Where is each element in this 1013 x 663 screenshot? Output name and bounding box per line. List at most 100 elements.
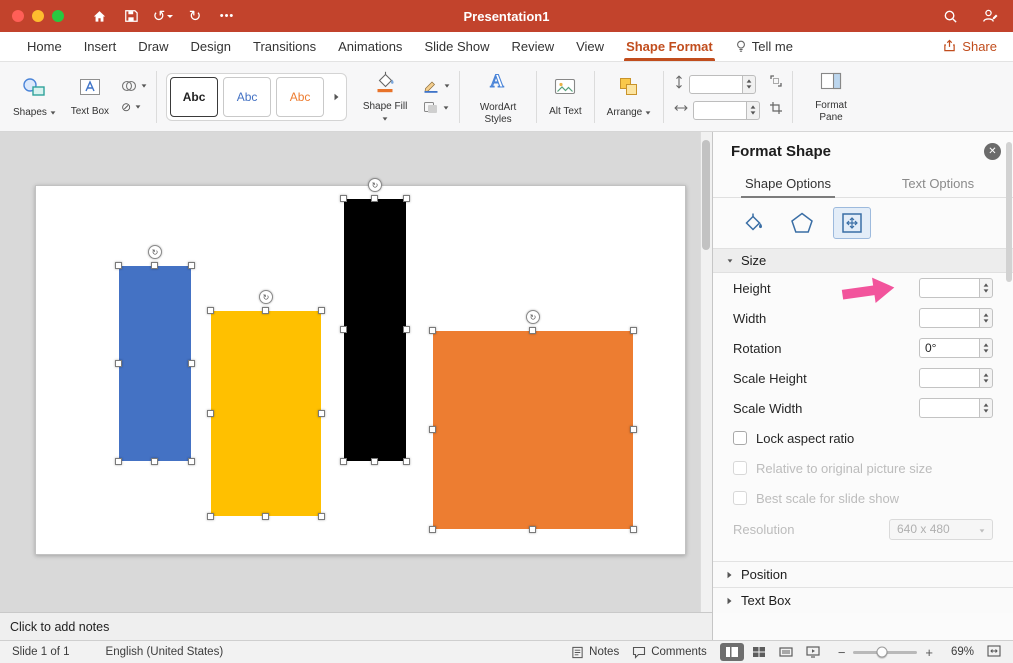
fullscreen-window-button[interactable] (52, 10, 64, 22)
height-stepper[interactable] (979, 278, 993, 298)
ribbon-width-stepper[interactable] (747, 101, 760, 120)
resize-handle[interactable] (318, 410, 325, 417)
resize-handle[interactable] (151, 458, 158, 465)
orange-rectangle-shape[interactable]: ↻ (433, 331, 633, 529)
tab-shape-format[interactable]: Shape Format (615, 32, 724, 61)
shape-effects-button[interactable] (423, 101, 450, 114)
more-commands-icon[interactable]: ••• (216, 4, 238, 28)
notes-toggle[interactable]: Notes (571, 646, 619, 659)
resize-handle[interactable] (630, 426, 637, 433)
wordart-styles-button[interactable]: A WordArt Styles (469, 66, 527, 127)
resize-handle[interactable] (115, 458, 122, 465)
resize-handle[interactable] (340, 326, 347, 333)
crop-icon[interactable] (769, 101, 783, 120)
slideshow-button[interactable] (801, 643, 825, 661)
shape-style-option-2[interactable]: Abc (223, 77, 271, 117)
shape-outline-button[interactable] (423, 79, 450, 93)
spinner-down-icon[interactable] (984, 319, 989, 322)
resize-handle[interactable] (188, 262, 195, 269)
zoom-slider-thumb[interactable] (877, 647, 888, 658)
rotation-stepper[interactable] (979, 338, 993, 358)
alt-text-button[interactable]: Alt Text (546, 74, 585, 120)
size-properties-icon[interactable] (833, 207, 871, 239)
ribbon-height-stepper[interactable] (743, 75, 756, 94)
fill-line-icon[interactable] (733, 207, 771, 239)
save-icon[interactable] (120, 4, 142, 28)
shape-fill-button[interactable]: Shape Fill (356, 67, 414, 126)
editor-scrollbar-thumb[interactable] (702, 140, 710, 250)
tab-animations[interactable]: Animations (327, 32, 413, 61)
tab-review[interactable]: Review (500, 32, 565, 61)
normal-view-button[interactable] (720, 643, 744, 661)
gallery-more-button[interactable] (329, 93, 343, 101)
text-box-section-header[interactable]: Text Box (713, 587, 1013, 613)
tab-view[interactable]: View (565, 32, 615, 61)
lock-aspect-ratio-checkbox[interactable] (733, 431, 747, 445)
tab-draw[interactable]: Draw (127, 32, 179, 61)
resize-handle[interactable] (188, 360, 195, 367)
merge-shapes-button[interactable] (121, 80, 147, 92)
tab-shape-options[interactable]: Shape Options (713, 170, 863, 197)
resize-handle[interactable] (429, 327, 436, 334)
resize-handle[interactable] (529, 526, 536, 533)
account-icon[interactable] (979, 4, 1001, 28)
tab-home[interactable]: Home (16, 32, 73, 61)
spinner-up-icon[interactable] (984, 403, 989, 406)
notes-area[interactable]: Click to add notes (0, 612, 712, 640)
resize-handle[interactable] (318, 513, 325, 520)
rotation-input[interactable] (919, 338, 979, 358)
search-icon[interactable] (939, 4, 961, 28)
tab-slide-show[interactable]: Slide Show (413, 32, 500, 61)
width-input[interactable] (919, 308, 979, 328)
resize-handle[interactable] (115, 360, 122, 367)
resize-handle[interactable] (207, 307, 214, 314)
resize-handle[interactable] (262, 307, 269, 314)
scale-width-stepper[interactable] (979, 398, 993, 418)
slide-canvas[interactable]: ↻ ↻ ↻ ↻ (35, 185, 686, 555)
zoom-slider[interactable] (853, 651, 917, 654)
spinner-down-icon[interactable] (751, 111, 756, 114)
rotation-handle[interactable]: ↻ (526, 310, 540, 324)
spinner-down-icon[interactable] (984, 349, 989, 352)
resize-handle[interactable] (207, 410, 214, 417)
arrange-button[interactable]: Arrange (604, 73, 654, 121)
tab-design[interactable]: Design (180, 32, 242, 61)
spinner-down-icon[interactable] (984, 289, 989, 292)
ribbon-height-input[interactable] (689, 75, 743, 94)
size-section-header[interactable]: Size (713, 248, 1013, 273)
resize-handle[interactable] (151, 262, 158, 269)
close-window-button[interactable] (12, 10, 24, 22)
zoom-out-button[interactable]: − (838, 645, 846, 660)
close-panel-button[interactable]: ✕ (984, 143, 1001, 160)
slide-sorter-view-button[interactable] (747, 643, 771, 661)
resize-handle[interactable] (403, 458, 410, 465)
ribbon-width-input[interactable] (693, 101, 747, 120)
reading-view-button[interactable] (774, 643, 798, 661)
resize-handle[interactable] (403, 195, 410, 202)
tab-transitions[interactable]: Transitions (242, 32, 327, 61)
tab-insert[interactable]: Insert (73, 32, 128, 61)
comments-toggle[interactable]: Comments (632, 646, 707, 659)
minimize-window-button[interactable] (32, 10, 44, 22)
undo-menu-icon[interactable] (167, 15, 173, 18)
text-box-button[interactable]: Text Box (68, 74, 112, 120)
black-rectangle-shape[interactable]: ↻ (344, 199, 406, 461)
resize-handle[interactable] (318, 307, 325, 314)
spinner-down-icon[interactable] (984, 409, 989, 412)
resize-handle[interactable] (340, 458, 347, 465)
resize-handle[interactable] (262, 513, 269, 520)
spinner-up-icon[interactable] (984, 313, 989, 316)
share-button[interactable]: Share (943, 32, 997, 61)
format-pane-button[interactable]: Format Pane (802, 68, 860, 125)
spinner-up-icon[interactable] (984, 343, 989, 346)
spinner-up-icon[interactable] (984, 283, 989, 286)
resize-handle[interactable] (115, 262, 122, 269)
spinner-up-icon[interactable] (984, 373, 989, 376)
resize-handle[interactable] (207, 513, 214, 520)
resize-handle[interactable] (340, 195, 347, 202)
resize-handle[interactable] (630, 327, 637, 334)
blue-rectangle-shape[interactable]: ↻ (119, 266, 191, 461)
height-input[interactable] (919, 278, 979, 298)
resize-handle[interactable] (429, 526, 436, 533)
resize-handle[interactable] (630, 526, 637, 533)
